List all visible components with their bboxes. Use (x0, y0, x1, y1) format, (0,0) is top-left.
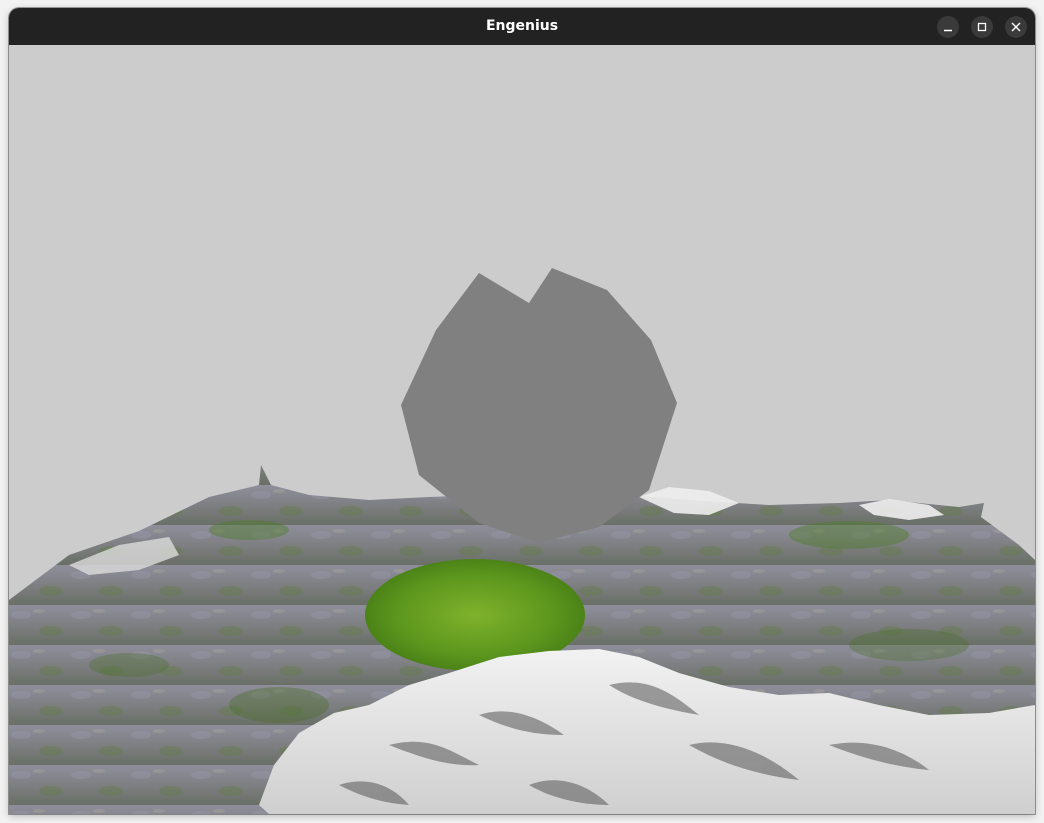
minimize-icon (944, 29, 952, 32)
app-window: Engenius (9, 8, 1035, 814)
moss-patch (229, 687, 329, 723)
moss-patch (849, 629, 969, 661)
title-bar[interactable]: Engenius (9, 8, 1035, 45)
minimize-button[interactable] (937, 16, 959, 38)
moss-patch (89, 653, 169, 677)
maximize-icon (977, 22, 987, 32)
render-viewport[interactable] (9, 45, 1035, 814)
moss-patch (209, 520, 289, 540)
moss-patch (789, 521, 909, 549)
scene-canvas (9, 45, 1035, 814)
window-title: Engenius (485, 18, 559, 34)
close-icon (1011, 22, 1021, 32)
maximize-button[interactable] (971, 16, 993, 38)
close-button[interactable] (1005, 16, 1027, 38)
